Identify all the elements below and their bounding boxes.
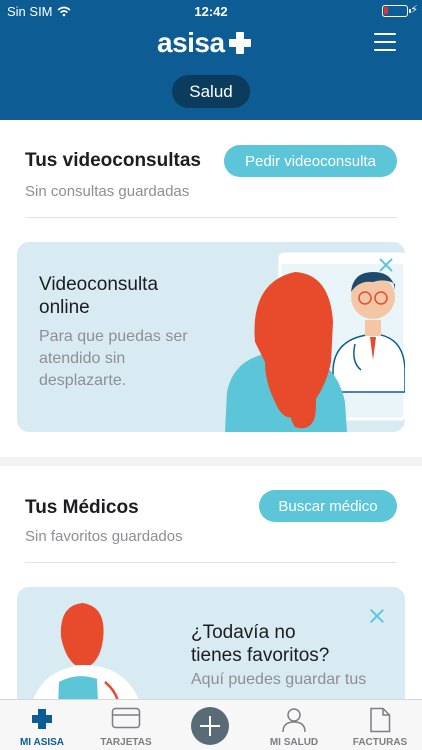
close-card-icon[interactable]	[369, 608, 385, 624]
app-header: Sin SIM 12:42 ⚡ asisa Salud	[0, 0, 422, 120]
tab-label: FACTURAS	[352, 737, 408, 748]
status-bar: Sin SIM 12:42 ⚡	[0, 0, 422, 24]
videoconsultas-title: Tus videoconsultas	[25, 150, 201, 171]
card-text: Para que puedas ser atendido sin desplaz…	[39, 328, 188, 389]
status-time: 12:42	[194, 4, 228, 19]
card-text: Aquí puedes guardar tus	[191, 671, 367, 688]
tab-mi-asisa[interactable]: MI ASISA	[0, 700, 84, 750]
asisa-cross-icon	[32, 709, 52, 729]
tab-label: TARJETAS	[100, 737, 152, 748]
pedir-videoconsulta-button[interactable]: Pedir videoconsulta	[224, 145, 397, 177]
section-divider	[25, 217, 397, 218]
medicos-section: Tus Médicos Sin favoritos guardados Busc…	[0, 466, 422, 699]
main-content[interactable]: Tus videoconsultas Sin consultas guardad…	[0, 120, 422, 699]
tab-facturas[interactable]: FACTURAS	[338, 700, 422, 750]
favoritos-promo-card[interactable]: ¿Todavía no tienes favoritos? Aquí puede…	[17, 587, 405, 699]
tab-label: MI ASISA	[19, 737, 65, 748]
tab-label: MI SALUD	[269, 737, 319, 748]
logo-cross-icon	[227, 30, 253, 56]
segment-salud-button[interactable]: Salud	[172, 75, 250, 108]
add-button[interactable]	[191, 707, 229, 745]
medicos-subtitle: Sin favoritos guardados	[25, 528, 183, 545]
video-call-illustration	[225, 252, 405, 432]
buscar-medico-button[interactable]: Buscar médico	[259, 490, 397, 522]
tab-mi-salud[interactable]: MI SALUD	[252, 700, 336, 750]
logo-wordmark: asisa	[157, 27, 225, 58]
battery-icon	[382, 5, 411, 17]
hamburger-menu-icon[interactable]	[374, 33, 396, 51]
person-icon	[282, 708, 306, 733]
tab-tarjetas[interactable]: TARJETAS	[84, 700, 168, 750]
charging-icon: ⚡	[410, 4, 418, 16]
section-divider	[25, 562, 397, 563]
videoconsulta-promo-card[interactable]: Videoconsulta online Para que puedas ser…	[17, 242, 405, 432]
videoconsultas-section: Tus videoconsultas Sin consultas guardad…	[0, 120, 422, 457]
videoconsultas-subtitle: Sin consultas guardadas	[25, 183, 190, 200]
card-title: Videoconsulta online	[39, 274, 159, 318]
card-title: ¿Todavía no tienes favoritos?	[191, 622, 330, 666]
document-icon	[370, 707, 391, 733]
doctor-illustration	[33, 603, 139, 699]
medicos-title: Tus Médicos	[25, 497, 139, 518]
card-icon	[111, 707, 141, 729]
asisa-logo: asisa	[157, 27, 253, 58]
